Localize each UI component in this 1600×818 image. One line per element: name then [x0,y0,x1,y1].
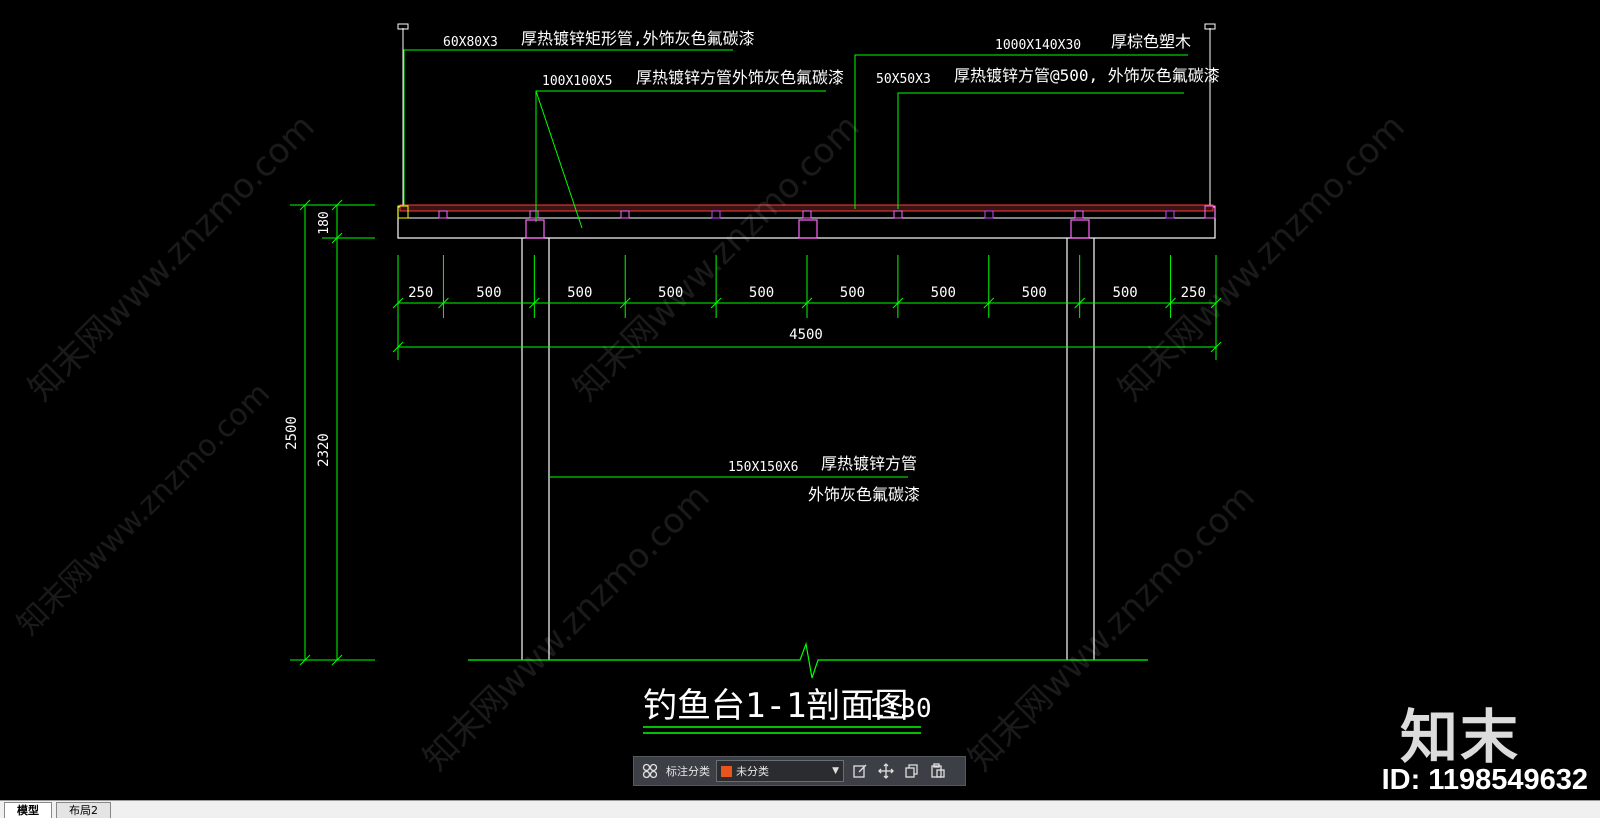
copy-icon[interactable] [902,761,922,781]
deck-section [397,204,1216,239]
callout-2-desc: 厚热镀锌方管外饰灰色氟碳漆 [636,68,844,87]
callout-5-size: 150X150X6 [728,460,798,475]
title-underline [643,726,921,734]
callout-3-size: 1000X140X30 [995,38,1081,53]
grid-icon[interactable] [640,761,660,781]
callout-1-size: 60X80X3 [443,35,498,50]
callout-1-desc: 厚热镀锌矩形管,外饰灰色氟碳漆 [521,29,755,48]
toolbar-label: 标注分类 [666,765,710,778]
vertical-dimensions [290,199,375,666]
dim-total-height: 2500 [284,416,300,450]
callout-4-size: 50X50X3 [876,72,931,87]
brand-logo: 知末 [1399,703,1520,771]
dim-segment-label: 500 [567,285,592,301]
chevron-down-icon: ▼ [832,766,839,776]
horizontal-dimensions [392,255,1222,360]
edit-icon[interactable] [850,761,870,781]
category-dropdown[interactable]: 未分类 ▼ [716,760,844,782]
callout-5-desc-line1: 厚热镀锌方管 [821,454,917,473]
asset-id-label: ID: 1198549632 [1381,764,1588,796]
dim-segment-label: 500 [749,285,774,301]
dim-segment-label: 500 [840,285,865,301]
tab-model[interactable]: 模型 [4,802,52,818]
post-right [1066,238,1095,660]
dim-post-height: 2320 [316,433,332,467]
callout-3-desc: 厚棕色塑木 [1111,32,1191,51]
dim-segment-label: 500 [1112,285,1137,301]
dim-deck-height: 180 [317,211,332,234]
dim-total-width: 4500 [789,327,823,343]
move-icon[interactable] [876,761,896,781]
dim-segment-label: 500 [1022,285,1047,301]
tab-layout2[interactable]: 布局2 [56,802,111,818]
category-color-swatch [721,765,732,777]
dim-segment-label: 250 [408,285,433,301]
callout-5-desc-line2: 外饰灰色氟碳漆 [808,485,920,504]
callout-4-desc: 厚热镀锌方管@500, 外饰灰色氟碳漆 [954,66,1220,85]
dim-segment-label: 500 [931,285,956,301]
dim-segment-label: 500 [476,285,501,301]
callout-2-size: 100X100X5 [542,74,612,89]
category-value: 未分类 [736,765,769,778]
paste-icon[interactable] [928,761,948,781]
layout-tab-bar: 模型 布局2 [0,800,1600,818]
annotation-toolbar: 标注分类 未分类 ▼ [633,756,966,786]
drawing-scale: 1:30 [869,694,932,724]
